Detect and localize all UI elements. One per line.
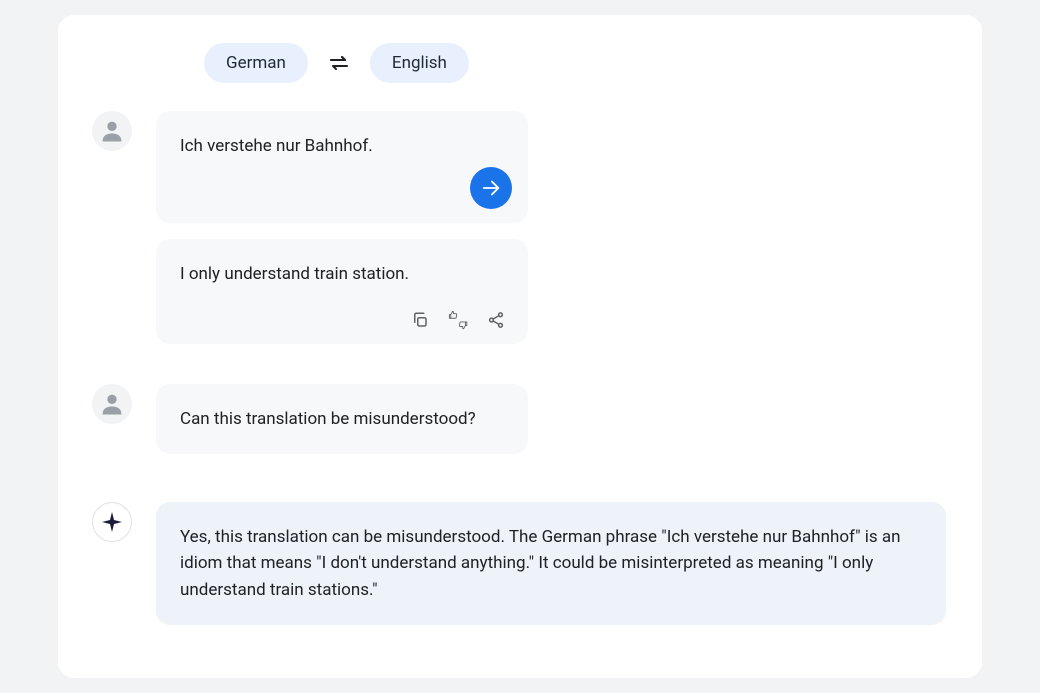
share-button[interactable]: [486, 310, 506, 330]
ai-answer-text: Yes, this translation can be misundersto…: [180, 527, 901, 600]
share-icon: [487, 311, 505, 329]
user-question-bubble: Can this translation be misunderstood?: [156, 384, 528, 454]
input-row: Ich verstehe nur Bahnhof.: [92, 111, 948, 223]
user-avatar: [92, 111, 132, 151]
translation-input-bubble[interactable]: Ich verstehe nur Bahnhof.: [156, 111, 528, 223]
output-actions: [410, 310, 506, 330]
ai-answer-bubble: Yes, this translation can be misundersto…: [156, 502, 946, 625]
translate-button[interactable]: [470, 167, 512, 209]
target-language-label: English: [392, 53, 447, 73]
person-icon: [98, 390, 126, 418]
translation-input-text: Ich verstehe nur Bahnhof.: [180, 136, 373, 156]
question-row: Can this translation be misunderstood?: [92, 384, 948, 454]
copy-button[interactable]: [410, 310, 430, 330]
thumbs-icon: [448, 310, 468, 330]
target-language-pill[interactable]: English: [370, 43, 469, 83]
answer-row: Yes, this translation can be misundersto…: [92, 502, 948, 625]
source-language-pill[interactable]: German: [204, 43, 308, 83]
swap-languages-button[interactable]: [326, 50, 352, 76]
source-language-label: German: [226, 53, 286, 73]
translation-output-text: I only understand train station.: [180, 264, 409, 284]
sparkle-icon: [100, 510, 124, 534]
person-icon: [98, 117, 126, 145]
user-avatar: [92, 384, 132, 424]
feedback-button[interactable]: [448, 310, 468, 330]
translation-output-bubble: I only understand train station.: [156, 239, 528, 343]
arrow-right-icon: [480, 177, 502, 199]
copy-icon: [411, 311, 429, 329]
user-question-text: Can this translation be misunderstood?: [180, 409, 476, 429]
main-card: German English Ich verstehe nur Bahnhof.: [58, 15, 982, 678]
ai-avatar: [92, 502, 132, 542]
swap-icon: [327, 51, 351, 75]
language-selector-row: German English: [204, 43, 948, 83]
